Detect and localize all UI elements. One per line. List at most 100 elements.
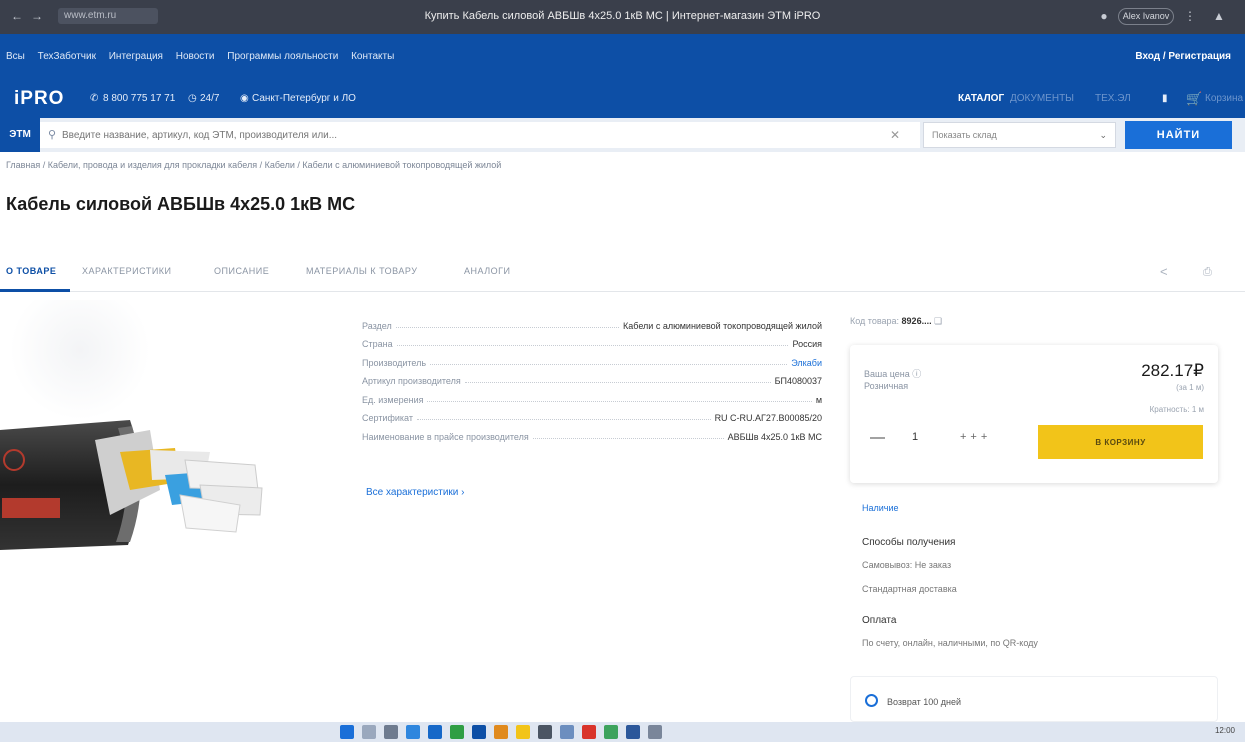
chart-icon[interactable]: ▮ (1162, 93, 1168, 104)
top-nav-link[interactable]: Bcы (6, 51, 25, 62)
receive-method: Стандартная доставка (862, 584, 957, 594)
spec-key: Артикул производителя (362, 376, 461, 386)
cart-label[interactable]: Корзина (1205, 93, 1243, 104)
chevron-down-icon: ⌄ (1099, 130, 1107, 140)
edge-icon[interactable] (428, 725, 442, 739)
search-scope-tab[interactable]: ЭТМ (0, 118, 40, 152)
cart-icon[interactable]: 🛒 (1186, 91, 1202, 107)
page-title: Кабель силовой АВБШв 4х25.0 1кВ МС (6, 194, 356, 214)
receive-methods-title: Способы получения (862, 537, 956, 548)
login-link[interactable]: Вход / Регистрация (1135, 51, 1231, 62)
add-to-cart-button[interactable]: В КОРЗИНУ (1038, 425, 1203, 459)
breadcrumb[interactable]: Главная / Кабели, провода и изделия для … (6, 160, 501, 170)
buy-box: Ваша цена ⓘ Розничная 282.17₽ (за 1 м) К… (850, 345, 1218, 483)
spec-row: Наименование в прайсе производителя АВБШв… (362, 423, 822, 442)
tab-specs[interactable]: ХАРАКТЕРИСТИКИ (82, 266, 172, 276)
search-icon[interactable] (362, 725, 376, 739)
location-icon: ◉ (240, 93, 249, 104)
top-nav-link[interactable]: Интеграция (109, 51, 163, 62)
top-navigation: Bcы ТехЗаботчик Интеграция Новости Прогр… (0, 34, 1245, 80)
clock-icon: ◷ (188, 93, 197, 104)
find-button[interactable]: НАЙТИ (1125, 121, 1232, 149)
quantity-increment-button[interactable]: +++ (960, 431, 991, 443)
word-icon[interactable] (626, 725, 640, 739)
quantity-decrement-button[interactable]: — (870, 429, 885, 446)
copy-icon[interactable]: ❏ (934, 316, 942, 326)
your-price-text: Ваша цена (864, 369, 910, 379)
product-image[interactable] (0, 300, 330, 560)
info-icon[interactable]: ⓘ (912, 369, 921, 379)
store-icon[interactable] (538, 725, 552, 739)
manufacturer-link[interactable]: Элкаби (791, 358, 822, 368)
all-specs-label: Все характеристики (366, 487, 459, 498)
tech-link[interactable]: ТЕХ.ЭЛ (1095, 93, 1131, 104)
start-icon[interactable] (340, 725, 354, 739)
share-icon[interactable]: < (1160, 264, 1168, 279)
spec-value: Кабели с алюминиевой токопроводящей жило… (623, 320, 822, 331)
top-nav-link[interactable]: Новости (176, 51, 215, 62)
spec-value: Россия (792, 339, 822, 349)
tab-about[interactable]: О ТОВАРЕ (6, 266, 56, 276)
spec-row: Раздел Кабели с алюминиевой токопроводяще… (362, 312, 822, 331)
spec-list: Раздел Кабели с алюминиевой токопроводяще… (362, 312, 822, 442)
tab-materials[interactable]: МАТЕРИАЛЫ К ТОВАРУ (306, 266, 417, 276)
returns-card: Возврат 100 дней (850, 676, 1218, 722)
excel-icon[interactable] (604, 725, 618, 739)
price-sub: (за 1 м) (1176, 383, 1204, 392)
yandex-icon[interactable] (582, 725, 596, 739)
spec-key: Наименование в прайсе производителя (362, 431, 529, 442)
top-nav-link[interactable]: ТехЗаботчик (38, 51, 96, 62)
extension-icon[interactable]: ▲ (1212, 9, 1226, 23)
menu-icon[interactable]: ⋮ (1183, 9, 1197, 23)
documents-link[interactable]: ДОКУМЕНТЫ (1010, 93, 1074, 104)
spec-row: Ед. измерения м (362, 386, 822, 405)
article-code: Код товара: 8926.... ❏ (850, 316, 942, 327)
spec-value: БП4080037 (774, 376, 822, 386)
spec-key: Производитель (362, 357, 427, 368)
user-chip[interactable]: Alex Ivanov (1118, 8, 1174, 25)
chevron-right-icon: › (461, 487, 465, 498)
catalog-link[interactable]: КАТАЛОГ (958, 93, 1004, 104)
spec-key: Сертификат (362, 413, 413, 423)
active-tab-indicator (0, 289, 70, 292)
task-view-icon[interactable] (384, 725, 398, 739)
files-icon[interactable] (516, 725, 530, 739)
mail-icon[interactable] (560, 725, 574, 739)
warehouse-select[interactable]: Показать склад ⌄ (923, 122, 1116, 148)
spec-value: АВБШв 4х25.0 1кВ МС (727, 431, 822, 442)
search-bar: ЭТМ ⚲ ✕ Показать склад ⌄ НАЙТИ (0, 118, 1245, 152)
support-hours: 24/7 (200, 93, 220, 104)
profile-icon[interactable]: ● (1097, 9, 1111, 23)
chrome-icon[interactable] (450, 725, 464, 739)
spec-row: Производитель Элкаби (362, 349, 822, 368)
settings-icon[interactable] (648, 725, 662, 739)
spec-key: Ед. измерения (362, 394, 424, 405)
availability-link[interactable]: Наличие (862, 503, 899, 513)
spec-key: Раздел (362, 320, 392, 331)
payment-methods: По счету, онлайн, наличными, по QR-коду (862, 638, 1038, 648)
quantity-input[interactable]: 1 (912, 431, 918, 443)
browser-icon[interactable] (406, 725, 420, 739)
app-icon[interactable] (472, 725, 486, 739)
spec-row: Артикул производителя БП4080037 (362, 368, 822, 386)
search-input[interactable] (40, 122, 920, 148)
tab-analogs[interactable]: АНАЛОГИ (464, 266, 510, 276)
top-nav-links: Bcы ТехЗаботчик Интеграция Новости Прогр… (6, 51, 404, 62)
site-logo[interactable]: iPRO (14, 88, 64, 110)
returns-text: Возврат 100 дней (887, 697, 962, 707)
phone-icon: ✆ (90, 93, 99, 104)
your-price-label: Ваша цена ⓘ (864, 367, 921, 380)
phone-number[interactable]: 8 800 775 17 71 (103, 93, 175, 104)
clear-icon[interactable]: ✕ (890, 128, 900, 142)
tab-description[interactable]: ОПИСАНИЕ (214, 266, 269, 276)
os-taskbar: 12:00 (0, 722, 1245, 742)
print-icon[interactable]: ⎙ (1203, 266, 1212, 279)
city-selector[interactable]: Санкт-Петербург и ЛО (252, 93, 356, 104)
folder-icon[interactable] (494, 725, 508, 739)
top-nav-link[interactable]: Программы лояльности (227, 51, 338, 62)
top-nav-link[interactable]: Контакты (351, 51, 394, 62)
taskbar-clock[interactable]: 12:00 (1215, 726, 1235, 735)
payment-title: Оплата (862, 615, 897, 626)
all-specs-link[interactable]: Все характеристики › (366, 487, 465, 498)
return-icon (865, 694, 878, 707)
